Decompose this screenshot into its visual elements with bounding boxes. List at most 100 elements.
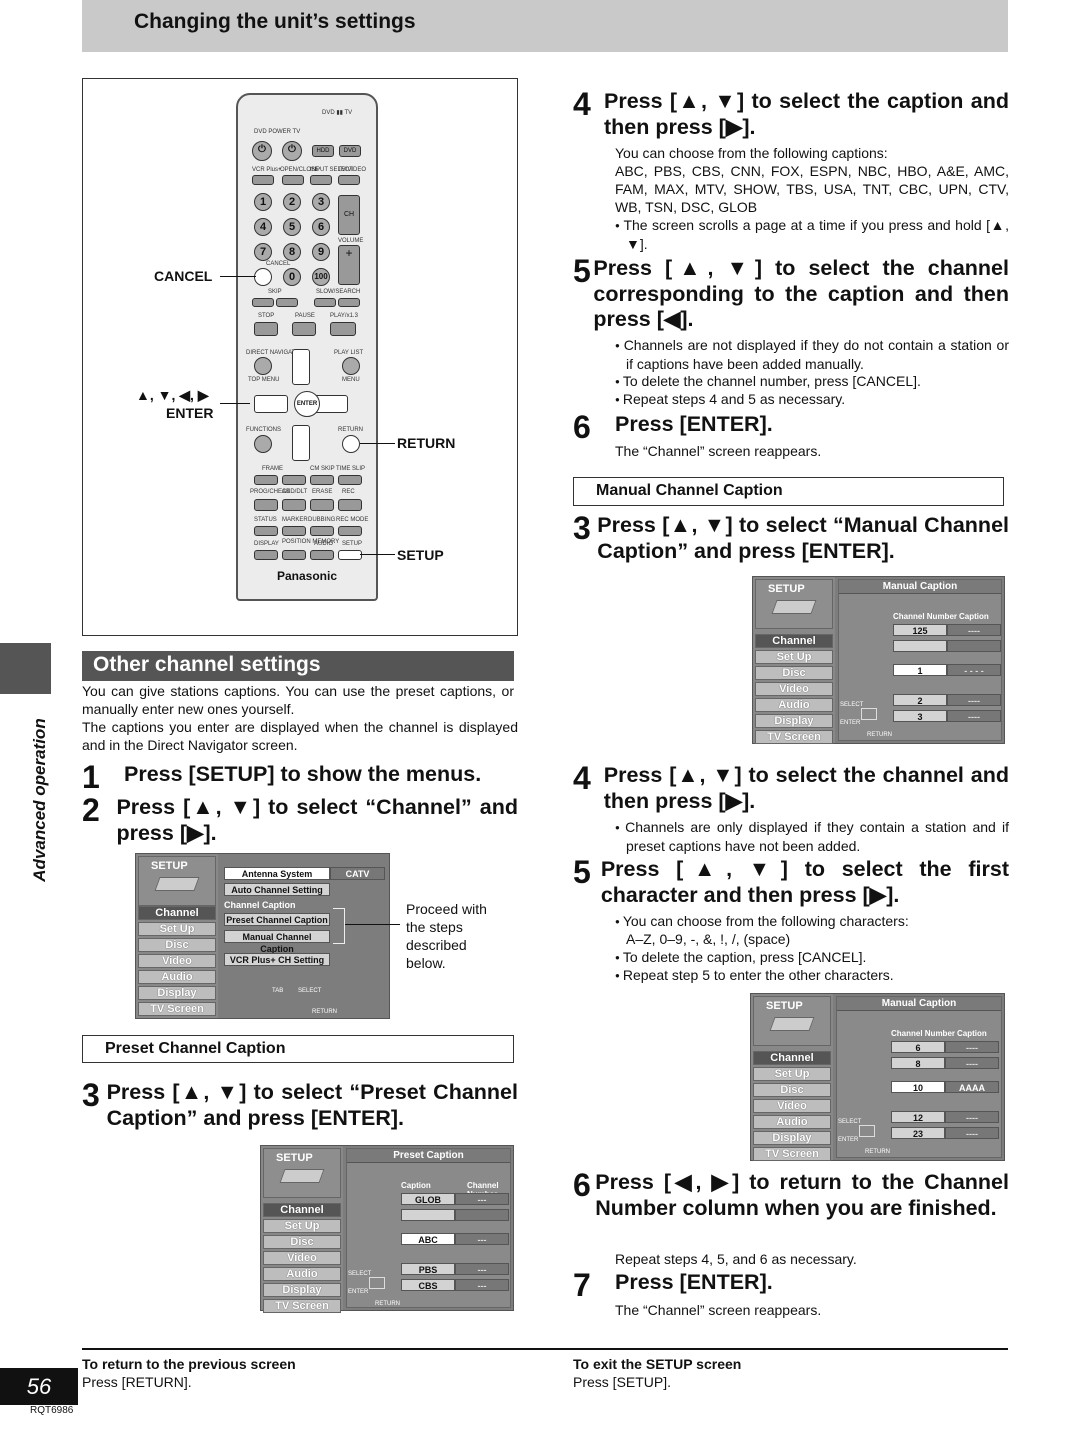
row-4-col-1: 3	[893, 710, 947, 722]
row-3-col-1: PBS	[401, 1263, 455, 1275]
remote-label-cmskip: CM SKIP	[310, 466, 335, 472]
remote-label-tvvideo: TV/VIDEO	[338, 167, 367, 173]
menu-item-channel: Channel	[138, 906, 216, 920]
remote-digit-1: 1	[254, 193, 272, 211]
auto-channel-setting-item: Auto Channel Setting	[224, 883, 330, 896]
menu-item-audio: Audio	[753, 1115, 831, 1129]
remote-label-playlist: PLAY LIST	[334, 350, 364, 356]
nav-return-label: RETURN	[375, 1301, 400, 1307]
callout-arrows: ▲, ▼, ◀, ▶	[136, 387, 209, 403]
menu-item-display: Display	[263, 1283, 341, 1297]
row-1-col-1	[893, 640, 947, 652]
remote-label-pause: PAUSE	[295, 313, 315, 319]
page-number: 56	[0, 1368, 78, 1405]
remote-button-pause	[292, 322, 316, 336]
nav-select-label: SELECT	[838, 1119, 862, 1125]
remote-button-row-a-0	[254, 475, 278, 485]
remote-button-row-b-0	[254, 499, 278, 511]
menu-item-disc: Disc	[755, 666, 833, 680]
row-3-col-2: ---	[455, 1263, 509, 1275]
remote-button-row-c-0	[254, 526, 278, 536]
manual-step-5-bullet-1: You can choose from the following charac…	[615, 912, 1009, 931]
remote-button-row-d-1	[282, 550, 306, 560]
setup-label: SETUP	[276, 1152, 313, 1164]
remote-button-top-row-0	[252, 175, 274, 185]
setup-label: SETUP	[766, 1000, 803, 1012]
intro-text-1: You can give stations captions. You can …	[82, 683, 514, 717]
nav-tab-label: TAB	[272, 988, 284, 994]
remote-label-return: RETURN	[338, 427, 363, 433]
remote-label-rec: REC	[342, 489, 355, 495]
remote-button-play	[330, 322, 356, 336]
remote-digit-7: 7	[254, 243, 272, 261]
remote-label-play: PLAY/x1.3	[330, 313, 358, 319]
remote-cancel-button	[254, 268, 272, 286]
manual-step-7-text: The “Channel” screen reappears.	[615, 1302, 822, 1318]
manual-step-5-bullet-2: To delete the caption, press [CANCEL].	[615, 948, 1009, 967]
remote-button-stop	[254, 322, 278, 336]
remote-button-skip-back	[252, 298, 274, 307]
remote-label-adddlt: ADD/DLT	[282, 489, 308, 495]
remote-button-row-a-3	[338, 475, 362, 485]
row-0-col-2: ----	[945, 1041, 999, 1053]
remote-power-dvd-button: ⏻	[252, 141, 272, 161]
remote-label-erase: ERASE	[312, 489, 333, 495]
remote-button-slow-back	[314, 298, 336, 307]
remote-button-left	[254, 395, 288, 413]
row-4-col-2: ----	[945, 1127, 999, 1139]
screen-right-panel: Manual Caption Channel Number Caption 6 ----…	[836, 996, 1002, 1158]
menu-item-channel: Channel	[263, 1203, 341, 1217]
setup-icon	[154, 877, 200, 891]
menu-item-display: Display	[755, 714, 833, 728]
caption-bracket	[333, 908, 345, 944]
menu-item-audio: Audio	[138, 970, 216, 984]
nav-dpad-icon	[859, 1125, 875, 1137]
remote-control: DVD ▮▮ TV DVD POWER TV ⏻ ⏻ HDD DVD VCR Plus+ OP…	[236, 93, 378, 601]
footer-right-title: To exit the SETUP screen	[573, 1356, 742, 1372]
nav-return-label: RETURN	[865, 1149, 890, 1155]
caption-list: ABC, PBS, CBS, CNN, FOX, ESPN, NBC, HBO,…	[615, 163, 1009, 215]
row-4-col-2: ---	[455, 1279, 509, 1291]
remote-label-skip: SKIP	[268, 289, 282, 295]
remote-digit-8: 8	[283, 243, 301, 261]
remote-button-row-a-2	[310, 475, 334, 485]
nav-return-label: RETURN	[867, 732, 892, 738]
side-tab-label: Advanced operation	[30, 718, 49, 882]
page-title: Changing the unit’s settings	[134, 10, 416, 33]
page-header: Changing the unit’s settings	[82, 0, 1008, 52]
row-1-col-1: 8	[891, 1057, 945, 1069]
screen-right-panel: Manual Caption Channel Number Caption 125 --…	[838, 579, 1002, 741]
manual-step-6-text: Repeat steps 4, 5, and 6 as necessary.	[615, 1251, 857, 1267]
setup-icon	[771, 600, 817, 614]
screen-title: Manual Caption	[839, 580, 1001, 594]
remote-button-hdd: HDD	[312, 145, 334, 157]
remote-label-timeslip: TIME SLIP	[336, 466, 366, 472]
manual-caption-screen-1: SETUP Channel Set Up Disc Video Audio Display T…	[752, 576, 1005, 744]
remote-button-slow-fwd	[338, 298, 360, 307]
remote-label-audio: AUDIO	[314, 541, 334, 547]
nav-select-label: SELECT	[840, 702, 864, 708]
row-0-col-1: 6	[891, 1041, 945, 1053]
callout-cancel: CANCEL	[154, 268, 213, 284]
menu-item-channel: Channel	[755, 634, 833, 648]
step-4: 4 Press [▲, ▼] to select the caption and …	[573, 86, 1009, 139]
callout-return: RETURN	[397, 435, 456, 451]
row-1-col-2	[455, 1209, 509, 1221]
nav-dpad-icon	[369, 1277, 385, 1289]
manual-step-3: 3 Press [▲, ▼] to select “Manual Channel …	[573, 510, 1009, 563]
setup-icon	[279, 1169, 325, 1183]
menu-item-video: Video	[753, 1099, 831, 1113]
nav-enter-label: ENTER	[838, 1137, 859, 1143]
remote-label-recmode: REC MODE	[336, 517, 369, 523]
row-4-col-1: 23	[891, 1127, 945, 1139]
menu-item-display: Display	[753, 1131, 831, 1145]
step-4-bullet: The screen scrolls a page at a time if y…	[615, 216, 1009, 253]
menu-item-tv-screen: TV Screen	[263, 1299, 341, 1313]
row-1-col-1	[401, 1209, 455, 1221]
row-2-col-2: - - - -	[947, 664, 1001, 676]
screen-title: Preset Caption	[347, 1149, 510, 1163]
remote-button-row-c-2	[310, 526, 334, 536]
remote-button-row-b-2	[310, 499, 334, 511]
menu-item-audio: Audio	[263, 1267, 341, 1281]
nav-enter-label: ENTER	[840, 720, 861, 726]
